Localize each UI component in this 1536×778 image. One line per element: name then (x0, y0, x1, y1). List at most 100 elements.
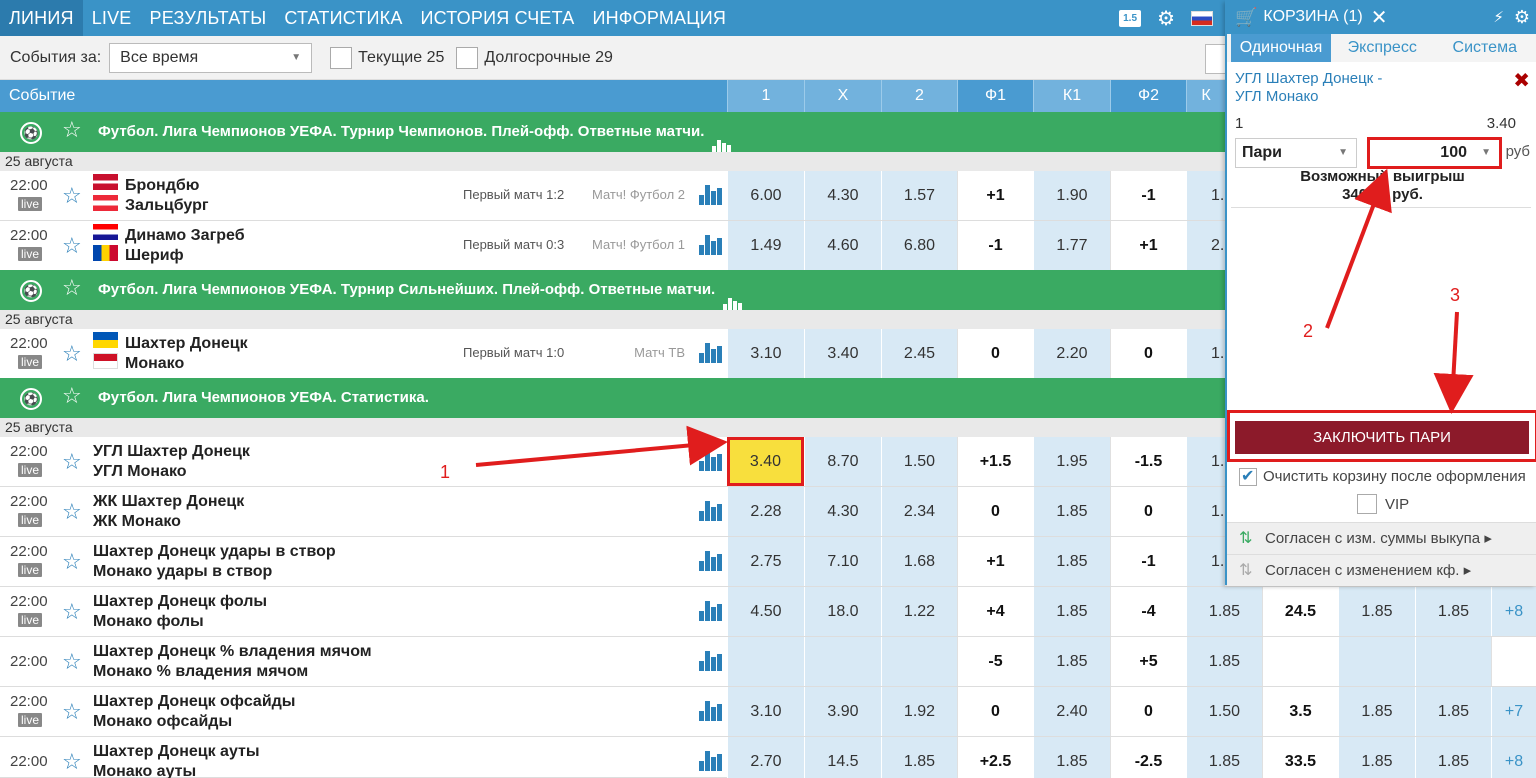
odd-k2[interactable]: 1.9 (1186, 171, 1233, 220)
section-title[interactable]: Футбол. Лига Чемпионов УЕФА. Турнир Чемп… (98, 123, 704, 140)
odd-under[interactable] (1415, 637, 1491, 686)
section-title[interactable]: Футбол. Лига Чемпионов УЕФА. Турнир Силь… (98, 281, 715, 298)
nav-results[interactable]: РЕЗУЛЬТАТЫ (141, 0, 276, 36)
stats-icon[interactable] (723, 272, 743, 312)
agree-cashout-option[interactable]: ⇅ Согласен с изм. суммы выкупа ▸ (1227, 522, 1536, 554)
stats-icon[interactable] (699, 235, 723, 255)
stats-icon[interactable] (699, 651, 723, 671)
teams[interactable]: ЖК Шахтер Донецк ЖК Монако (93, 492, 244, 532)
odd-2[interactable]: 1.57 (881, 171, 957, 220)
odd-k1[interactable]: 1.85 (1033, 737, 1110, 778)
table-row[interactable]: 22:00 ☆ Шахтер Донецк % владения мячом Мо… (0, 637, 1536, 687)
teams[interactable]: Шахтер Донецк Монако (125, 334, 248, 374)
nav-info[interactable]: ИНФОРМАЦИЯ (583, 0, 735, 36)
lightning-icon[interactable]: ⚡ (1493, 8, 1504, 26)
odd-2[interactable]: 1.68 (881, 537, 957, 586)
odd-1[interactable]: 2.75 (727, 537, 804, 586)
teams[interactable]: Шахтер Донецк офсайды Монако офсайды (93, 692, 295, 732)
odd-1-selected[interactable]: 3.40 (727, 437, 804, 486)
odd-k1[interactable]: 2.20 (1033, 329, 1110, 378)
tab-single[interactable]: Одиночная (1231, 34, 1331, 62)
star-icon[interactable]: ☆ (62, 749, 82, 775)
col-f2[interactable]: Ф2 (1110, 80, 1186, 112)
chevron-down-icon[interactable]: ▼ (1481, 140, 1491, 166)
vip-checkbox[interactable] (1357, 494, 1377, 514)
odd-1[interactable]: 1.49 (727, 221, 804, 270)
slip-match-name[interactable]: УГЛ Шахтер Донецк - УГЛ Монако (1235, 70, 1382, 106)
bet-type-select[interactable]: Пари ▼ (1235, 138, 1357, 168)
section-title[interactable]: Футбол. Лига Чемпионов УЕФА. Статистика. (98, 389, 429, 406)
odd-under[interactable]: 1.85 (1415, 737, 1491, 778)
star-icon[interactable]: ☆ (62, 549, 82, 575)
odd-2[interactable]: 2.34 (881, 487, 957, 536)
odd-k2[interactable]: 1.85 (1186, 737, 1262, 778)
nav-statistics[interactable]: СТАТИСТИКА (275, 0, 411, 36)
nav-account-history[interactable]: ИСТОРИЯ СЧЕТА (412, 0, 584, 36)
odd-k1[interactable]: 1.85 (1033, 637, 1110, 686)
star-icon[interactable]: ☆ (62, 117, 82, 143)
star-icon[interactable]: ☆ (62, 449, 82, 475)
odd-1[interactable]: 2.28 (727, 487, 804, 536)
teams[interactable]: Шахтер Донецк % владения мячом Монако % в… (93, 642, 372, 682)
teams[interactable]: Брондбю Зальцбург (125, 176, 209, 216)
odd-under[interactable]: 1.85 (1415, 687, 1491, 736)
col-k1[interactable]: К1 (1033, 80, 1110, 112)
teams[interactable]: Динамо Загреб Шериф (125, 226, 245, 266)
stats-icon[interactable] (699, 701, 723, 721)
odd-x[interactable]: 7.10 (804, 537, 881, 586)
star-icon[interactable]: ☆ (62, 233, 82, 259)
odd-x[interactable]: 3.90 (804, 687, 881, 736)
odd-x[interactable]: 4.30 (804, 171, 881, 220)
odd-x[interactable]: 18.0 (804, 587, 881, 636)
odd-k2[interactable]: 1.8 (1186, 437, 1233, 486)
teams[interactable]: УГЛ Шахтер Донецк УГЛ Монако (93, 442, 250, 482)
star-icon[interactable]: ☆ (62, 341, 82, 367)
stats-icon[interactable] (699, 343, 723, 363)
clear-cart-checkbox[interactable] (1239, 466, 1257, 486)
stake-input[interactable]: 100 ▼ (1367, 137, 1502, 169)
odd-1[interactable]: 4.50 (727, 587, 804, 636)
nav-live[interactable]: LIVE (83, 0, 141, 36)
odd-k1[interactable]: 1.77 (1033, 221, 1110, 270)
period-select[interactable]: Все время ▼ (109, 42, 313, 73)
odd-x[interactable]: 4.60 (804, 221, 881, 270)
odd-2[interactable]: 1.92 (881, 687, 957, 736)
odd-1[interactable]: 6.00 (727, 171, 804, 220)
star-icon[interactable]: ☆ (62, 649, 82, 675)
remove-bet-icon[interactable]: ✖ (1513, 68, 1530, 93)
col-x[interactable]: X (804, 80, 881, 112)
stats-icon[interactable] (699, 751, 723, 771)
odd-k1[interactable]: 2.40 (1033, 687, 1110, 736)
odd-2[interactable]: 2.45 (881, 329, 957, 378)
nav-line[interactable]: ЛИНИЯ (0, 0, 83, 36)
odd-k2[interactable]: 2.0 (1186, 221, 1233, 270)
odd-x[interactable]: 4.30 (804, 487, 881, 536)
star-icon[interactable]: ☆ (62, 699, 82, 725)
table-row[interactable]: 22:00 live ☆ Шахтер Донецк офсайды Монако… (0, 687, 1536, 737)
odd-k1[interactable]: 1.85 (1033, 587, 1110, 636)
more-markets-link[interactable]: +8 (1491, 587, 1536, 636)
odd-k1[interactable]: 1.85 (1033, 487, 1110, 536)
longterm-checkbox[interactable] (456, 46, 479, 69)
odd-over[interactable]: 1.85 (1338, 737, 1415, 778)
teams[interactable]: Шахтер Донецк ауты Монако ауты (93, 742, 260, 778)
col-f1[interactable]: Ф1 (957, 80, 1033, 112)
star-icon[interactable]: ☆ (62, 499, 82, 525)
filter-select-edge[interactable] (1205, 44, 1225, 74)
odd-2[interactable]: 1.22 (881, 587, 957, 636)
stats-icon[interactable] (699, 185, 723, 205)
more-markets-link[interactable]: +7 (1491, 687, 1536, 736)
teams[interactable]: Шахтер Донецк удары в створ Монако удары … (93, 542, 336, 582)
odd-1[interactable]: 2.70 (727, 737, 804, 778)
star-icon[interactable]: ☆ (62, 599, 82, 625)
stats-icon[interactable] (699, 501, 723, 521)
odd-k1[interactable]: 1.90 (1033, 171, 1110, 220)
odd-k1[interactable]: 1.85 (1033, 537, 1110, 586)
odd-k2[interactable]: 1.8 (1186, 537, 1233, 586)
odd-k2[interactable]: 1.8 (1186, 487, 1233, 536)
stats-icon[interactable] (699, 551, 723, 571)
current-checkbox[interactable] (330, 46, 353, 69)
gear-icon[interactable]: ⚙ (1514, 7, 1530, 28)
more-markets-link[interactable]: +8 (1491, 737, 1536, 778)
odd-x[interactable]: 8.70 (804, 437, 881, 486)
